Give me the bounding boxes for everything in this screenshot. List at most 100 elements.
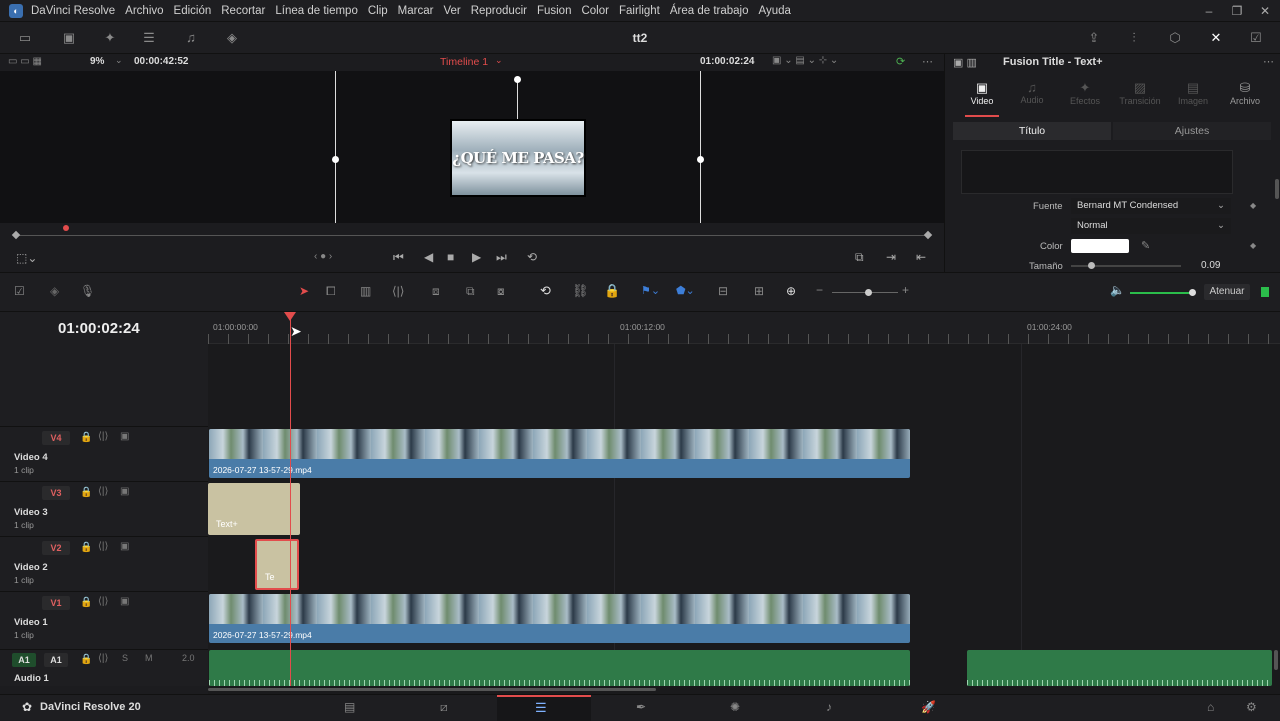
trim-tool-icon[interactable]: ⧠: [326, 284, 336, 299]
track-tag-v1[interactable]: V1: [42, 596, 70, 610]
video-clip-v1[interactable]: 2026-07-27 13-57-29.mp4: [209, 594, 910, 643]
playhead-handle[interactable]: [284, 312, 296, 321]
stop-icon[interactable]: ■: [447, 250, 454, 264]
solo-button[interactable]: S: [122, 653, 128, 663]
skip-back-icon[interactable]: ⏮: [393, 250, 404, 265]
mute-button[interactable]: M: [145, 653, 153, 663]
jog-wheel-icon[interactable]: ‹ ● ›: [314, 251, 332, 262]
viewer-scrubber[interactable]: [0, 223, 944, 248]
text-input-area[interactable]: [961, 150, 1233, 194]
rotation-handle[interactable]: [514, 76, 521, 83]
mixer-icon[interactable]: ⫶: [1125, 30, 1143, 46]
menu-color[interactable]: Color: [581, 5, 608, 17]
lock-icon[interactable]: 🔒: [80, 654, 92, 665]
lock-icon[interactable]: 🔒: [80, 597, 92, 608]
timeline-v-scrollbar[interactable]: [1274, 650, 1278, 670]
track-header-v4[interactable]: V4 🔒 ⟨|⟩ ▣ Video 4 1 clip: [0, 426, 208, 481]
auto-select-icon[interactable]: ⟨|⟩: [98, 653, 108, 664]
view-options-icon[interactable]: ▣ ⌄ ▤ ⌄ ⊹ ⌄: [772, 55, 838, 66]
track-visibility-icon[interactable]: ▣: [120, 541, 129, 552]
subtab-ajustes[interactable]: Ajustes: [1113, 122, 1271, 140]
tab-efectos[interactable]: ✦ Efectos: [1063, 80, 1107, 106]
volume-icon[interactable]: 🔈: [1110, 283, 1125, 297]
size-slider-handle[interactable]: [1087, 262, 1095, 269]
track-tag-v4[interactable]: V4: [42, 431, 70, 445]
overwrite-clip-icon[interactable]: ⧉: [466, 284, 475, 299]
menu-area-trabajo[interactable]: Área de trabajo: [670, 5, 749, 17]
position-lock-icon[interactable]: 🔒: [604, 283, 620, 299]
inspector-icon[interactable]: ✕: [1207, 30, 1225, 46]
volume-slider-track[interactable]: [1130, 292, 1192, 294]
linked-selection-icon[interactable]: ⛓: [572, 283, 589, 299]
quick-export-icon[interactable]: ☑: [1247, 30, 1265, 46]
replace-clip-icon[interactable]: ⧇: [497, 284, 505, 299]
track-visibility-icon[interactable]: ▣: [120, 596, 129, 607]
timeline-selector[interactable]: Timeline 1: [440, 56, 488, 68]
prev-edit-icon[interactable]: ⇤: [916, 250, 926, 264]
auto-select-icon[interactable]: ⟨|⟩: [98, 486, 108, 497]
track-header-a1[interactable]: A1 A1 🔒 ⟨|⟩ S M 2.0 Audio 1: [0, 649, 208, 686]
menu-marcar[interactable]: Marcar: [398, 5, 434, 17]
auto-select-icon[interactable]: ⟨|⟩: [98, 431, 108, 442]
tab-audio[interactable]: ♫ Audio: [1015, 80, 1049, 105]
next-edit-icon[interactable]: ⇥: [886, 250, 896, 264]
timeline-h-scrollbar[interactable]: [208, 688, 656, 691]
size-value[interactable]: 0.09: [1201, 260, 1220, 271]
lock-icon[interactable]: 🔒: [80, 432, 92, 443]
menu-fairlight[interactable]: Fairlight: [619, 5, 660, 17]
track-header-v1[interactable]: V1 🔒 ⟨|⟩ ▣ Video 1 1 clip: [0, 591, 208, 646]
more-options-icon[interactable]: ⋯: [922, 55, 933, 68]
zoom-slider-handle[interactable]: [865, 289, 872, 296]
auto-select-icon[interactable]: ⟨|⟩: [98, 541, 108, 552]
font-select[interactable]: Bernard MT Condensed ⌄: [1071, 198, 1231, 214]
menu-fusion[interactable]: Fusion: [537, 5, 572, 17]
tab-transicion[interactable]: ▨ Transición: [1115, 80, 1165, 106]
zoom-chevron-icon[interactable]: ⌄: [115, 55, 123, 66]
zoom-detail-icon[interactable]: ⊞: [754, 284, 764, 298]
menu-clip[interactable]: Clip: [368, 5, 388, 17]
track-visibility-icon[interactable]: ▣: [120, 486, 129, 497]
video-viewer[interactable]: ¿QUÉ ME PASA?: [0, 71, 944, 223]
track-tag-v2[interactable]: V2: [42, 541, 70, 555]
track-header-v2[interactable]: V2 🔒 ⟨|⟩ ▣ Video 2 1 clip: [0, 536, 208, 591]
dynamic-trim-icon[interactable]: ▥: [360, 284, 371, 298]
viewer-layout-icon[interactable]: ▭ ▭ ▦: [8, 56, 42, 67]
timeline-view-options-icon[interactable]: ☑: [14, 284, 25, 298]
settings-gear-icon[interactable]: ⚙: [1246, 700, 1257, 714]
tab-imagen[interactable]: ▤ Imagen: [1173, 80, 1213, 106]
dim-button[interactable]: Atenuar: [1204, 284, 1250, 300]
menu-ver[interactable]: Ver: [443, 5, 460, 17]
volume-slider-handle[interactable]: [1189, 289, 1196, 296]
video-clip-v4[interactable]: 2026-07-27 13-57-29.mp4: [209, 429, 910, 478]
menu-ayuda[interactable]: Ayuda: [759, 5, 791, 17]
voiceover-icon[interactable]: 🎙: [80, 284, 95, 298]
metadata-icon[interactable]: ⬡: [1166, 30, 1184, 46]
tab-archivo[interactable]: ⛁ Archivo: [1225, 80, 1265, 106]
eyedropper-icon[interactable]: ✎: [1141, 239, 1150, 252]
inspector-more-icon[interactable]: ⋯: [1263, 55, 1274, 68]
inspector-layout-icon[interactable]: ▣ ▥: [953, 56, 977, 69]
zoom-custom-icon[interactable]: ⊕: [786, 284, 796, 298]
scrub-playhead[interactable]: [63, 225, 69, 231]
text-clip-v2[interactable]: Te: [255, 539, 299, 590]
selection-tool-icon[interactable]: ➤: [299, 284, 309, 298]
export-icon[interactable]: ⇪: [1085, 30, 1103, 46]
text-clip-v3[interactable]: Text+: [208, 483, 300, 535]
menu-edicion[interactable]: Edición: [174, 5, 212, 17]
fusion-page-icon[interactable]: ✒: [636, 700, 646, 714]
cut-page-icon[interactable]: ⧄: [440, 700, 448, 715]
snapping-icon[interactable]: ⟲: [540, 283, 551, 299]
timeline-tracks[interactable]: 2026-07-27 13-57-29.mp4 Text+ Te 2026-07…: [208, 312, 1280, 686]
font-keyframe-icon[interactable]: ◆: [1250, 201, 1256, 210]
menu-archivo[interactable]: Archivo: [125, 5, 163, 17]
play-reverse-icon[interactable]: ◀: [424, 250, 433, 264]
match-frame-icon[interactable]: ⧉: [855, 250, 864, 265]
maximize-icon[interactable]: ❐: [1222, 0, 1252, 22]
track-tag-v3[interactable]: V3: [42, 486, 70, 500]
audio-clip-2[interactable]: [967, 650, 1272, 686]
auto-select-icon[interactable]: ⟨|⟩: [98, 596, 108, 607]
lock-icon[interactable]: 🔒: [80, 487, 92, 498]
color-swatch[interactable]: [1071, 239, 1129, 253]
audio-clip-1[interactable]: [209, 650, 910, 686]
edit-page-tab[interactable]: ☰: [497, 695, 591, 721]
